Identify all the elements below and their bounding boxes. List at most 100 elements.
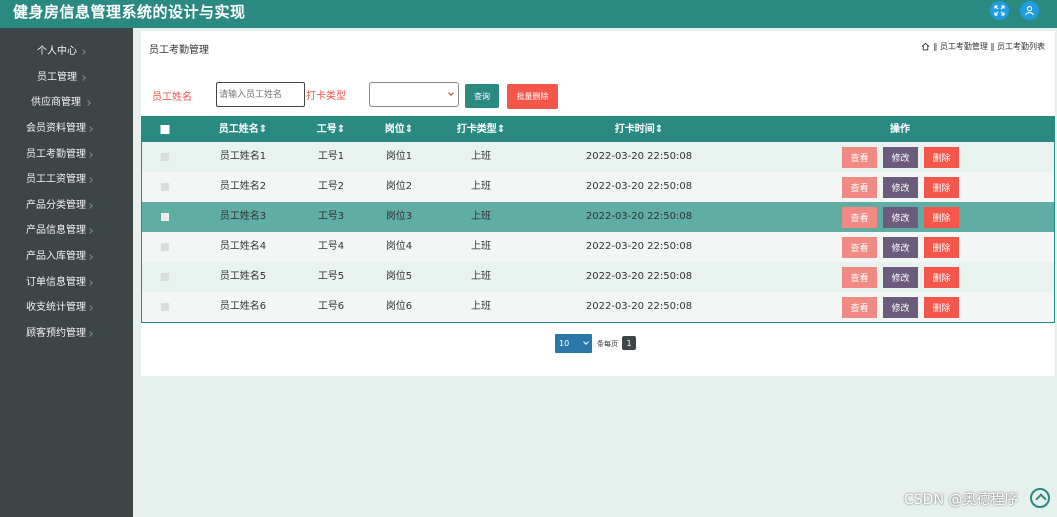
user-icon[interactable] — [1020, 1, 1039, 20]
edit-button[interactable]: 修改 — [883, 207, 918, 228]
delete-button[interactable]: 删除 — [924, 237, 959, 258]
sidebar-item-finance[interactable]: 收支统计管理 — [0, 297, 133, 319]
edit-button[interactable]: 修改 — [883, 297, 918, 318]
sidebar-item-product-info[interactable]: 产品信息管理 — [0, 220, 133, 242]
delete-button[interactable]: 删除 — [924, 147, 959, 168]
row-checkbox[interactable] — [161, 303, 169, 311]
sidebar-item-label: 顾客预约管理 — [26, 328, 86, 339]
sidebar-item-product-category[interactable]: 产品分类管理 — [0, 195, 133, 217]
punch-type-cell: 上班 — [471, 181, 491, 192]
view-button[interactable]: 查看 — [842, 297, 877, 318]
sidebar-item-supplier[interactable]: 供应商管理 — [0, 92, 133, 114]
edit-button[interactable]: 修改 — [883, 237, 918, 258]
sidebar-item-label: 员工管理 — [37, 72, 77, 83]
page-size-select[interactable]: 10 — [555, 334, 592, 353]
employee-no-cell: 工号5 — [317, 271, 345, 282]
sidebar-item-booking[interactable]: 顾客预约管理 — [0, 323, 133, 345]
chevron-icon — [87, 126, 93, 132]
sidebar-item-personal-center[interactable]: 个人中心 — [0, 41, 133, 63]
chevron-icon — [87, 228, 93, 234]
sidebar-item-salary[interactable]: 员工工资管理 — [0, 169, 133, 191]
delete-button[interactable]: 删除 — [924, 177, 959, 198]
batch-delete-button[interactable]: 批量删除 — [507, 84, 558, 109]
post-cell: 岗位5 — [385, 271, 413, 282]
chevron-icon — [85, 100, 91, 106]
delete-button[interactable]: 删除 — [924, 297, 959, 318]
column-header-label: 打卡时间 — [614, 124, 655, 135]
row-checkbox[interactable] — [161, 213, 169, 221]
punch-time-cell: 2022-03-20 22:50:08 — [585, 181, 693, 192]
punch-type-select[interactable] — [369, 82, 459, 107]
chevron-icon — [87, 331, 93, 337]
sidebar-item-label: 产品分类管理 — [26, 200, 86, 211]
post-cell: 岗位1 — [385, 151, 413, 162]
page-title: 员工考勤管理 — [149, 45, 209, 56]
column-header-type[interactable]: 打卡类型⇕ — [457, 117, 505, 142]
row-checkbox[interactable] — [161, 183, 169, 191]
home-icon[interactable] — [921, 42, 930, 51]
page-number-button[interactable]: 1 — [622, 336, 636, 350]
table-row[interactable]: 员工姓名5 工号5 岗位5 上班 2022-03-20 22:50:08 查看 修改 删除 — [142, 262, 1054, 292]
table-row[interactable]: 员工姓名2 工号2 岗位2 上班 2022-03-20 22:50:08 查看 修改 删除 — [142, 172, 1054, 202]
select-all-checkbox[interactable] — [160, 125, 170, 134]
query-button[interactable]: 查询 — [465, 84, 499, 108]
column-header-no[interactable]: 工号⇕ — [317, 117, 345, 142]
sidebar-item-label: 供应商管理 — [31, 97, 81, 108]
chevron-icon — [87, 280, 93, 286]
table-row[interactable]: 员工姓名3 工号3 岗位3 上班 2022-03-20 22:50:08 查看 修改 删除 — [142, 202, 1054, 232]
view-button[interactable]: 查看 — [842, 147, 877, 168]
back-to-top-icon[interactable] — [1030, 488, 1050, 508]
view-button[interactable]: 查看 — [842, 237, 877, 258]
employee-name-cell: 员工姓名5 — [219, 271, 267, 282]
delete-button[interactable]: 删除 — [924, 207, 959, 228]
table-row[interactable]: 员工姓名6 工号6 岗位6 上班 2022-03-20 22:50:08 查看 修改 删除 — [142, 292, 1054, 322]
delete-button[interactable]: 删除 — [924, 267, 959, 288]
punch-type-cell: 上班 — [471, 241, 491, 252]
employee-no-cell: 工号2 — [317, 181, 345, 192]
column-header-label: 岗位 — [384, 124, 405, 135]
page-size-value: 10 — [559, 339, 570, 348]
column-header-name[interactable]: 员工姓名⇕ — [219, 117, 267, 142]
sidebar-item-product-stock[interactable]: 产品入库管理 — [0, 246, 133, 268]
table-row[interactable]: 员工姓名4 工号4 岗位4 上班 2022-03-20 22:50:08 查看 修改 删除 — [142, 232, 1054, 262]
post-cell: 岗位6 — [385, 301, 413, 312]
row-checkbox[interactable] — [161, 273, 169, 281]
name-filter-label: 员工姓名 — [152, 92, 192, 103]
sidebar-item-label: 会员资料管理 — [26, 123, 86, 134]
sidebar-item-member[interactable]: 会员资料管理 — [0, 118, 133, 140]
sidebar-item-order[interactable]: 订单信息管理 — [0, 272, 133, 294]
watermark: CSDN @奥德程序 — [904, 492, 1019, 508]
edit-button[interactable]: 修改 — [883, 147, 918, 168]
column-header-time[interactable]: 打卡时间⇕ — [615, 117, 663, 142]
main-panel: 员工考勤管理 ‖ 员工考勤管理 ‖ 员工考勤列表 员工姓名 打卡类型 查询 批量… — [141, 31, 1055, 376]
post-cell: 岗位2 — [385, 181, 413, 192]
sidebar-item-label: 订单信息管理 — [26, 277, 86, 288]
expand-icon[interactable] — [990, 1, 1009, 20]
row-checkbox[interactable] — [161, 243, 169, 251]
column-header-label: 工号 — [316, 124, 337, 135]
row-checkbox[interactable] — [161, 153, 169, 161]
employee-no-cell: 工号6 — [317, 301, 345, 312]
edit-button[interactable]: 修改 — [883, 267, 918, 288]
punch-time-cell: 2022-03-20 22:50:08 — [585, 241, 693, 252]
breadcrumb-text[interactable]: ‖ 员工考勤管理 ‖ 员工考勤列表 — [933, 41, 1045, 52]
chevron-icon — [80, 49, 86, 55]
column-header-post[interactable]: 岗位⇕ — [385, 117, 413, 142]
sidebar-item-staff[interactable]: 员工管理 — [0, 67, 133, 89]
table-row[interactable]: 员工姓名1 工号1 岗位1 上班 2022-03-20 22:50:08 查看 修改 删除 — [142, 142, 1054, 172]
edit-button[interactable]: 修改 — [883, 177, 918, 198]
sidebar-item-label: 收支统计管理 — [26, 302, 86, 313]
chevron-icon — [87, 203, 93, 209]
sidebar: 个人中心 员工管理 供应商管理 会员资料管理 员工考勤管理 员工工资管理 产品分… — [0, 28, 133, 517]
view-button[interactable]: 查看 — [842, 177, 877, 198]
column-header-label: 员工姓名 — [218, 124, 259, 135]
chevron-icon — [80, 75, 86, 81]
sidebar-item-attendance[interactable]: 员工考勤管理 — [0, 144, 133, 166]
expand-icon-glyph — [994, 5, 1005, 16]
view-button[interactable]: 查看 — [842, 207, 877, 228]
chevron-icon — [87, 152, 93, 158]
employee-name-input[interactable] — [216, 82, 305, 107]
view-button[interactable]: 查看 — [842, 267, 877, 288]
employee-no-cell: 工号3 — [317, 211, 345, 222]
post-cell: 岗位3 — [385, 211, 413, 222]
